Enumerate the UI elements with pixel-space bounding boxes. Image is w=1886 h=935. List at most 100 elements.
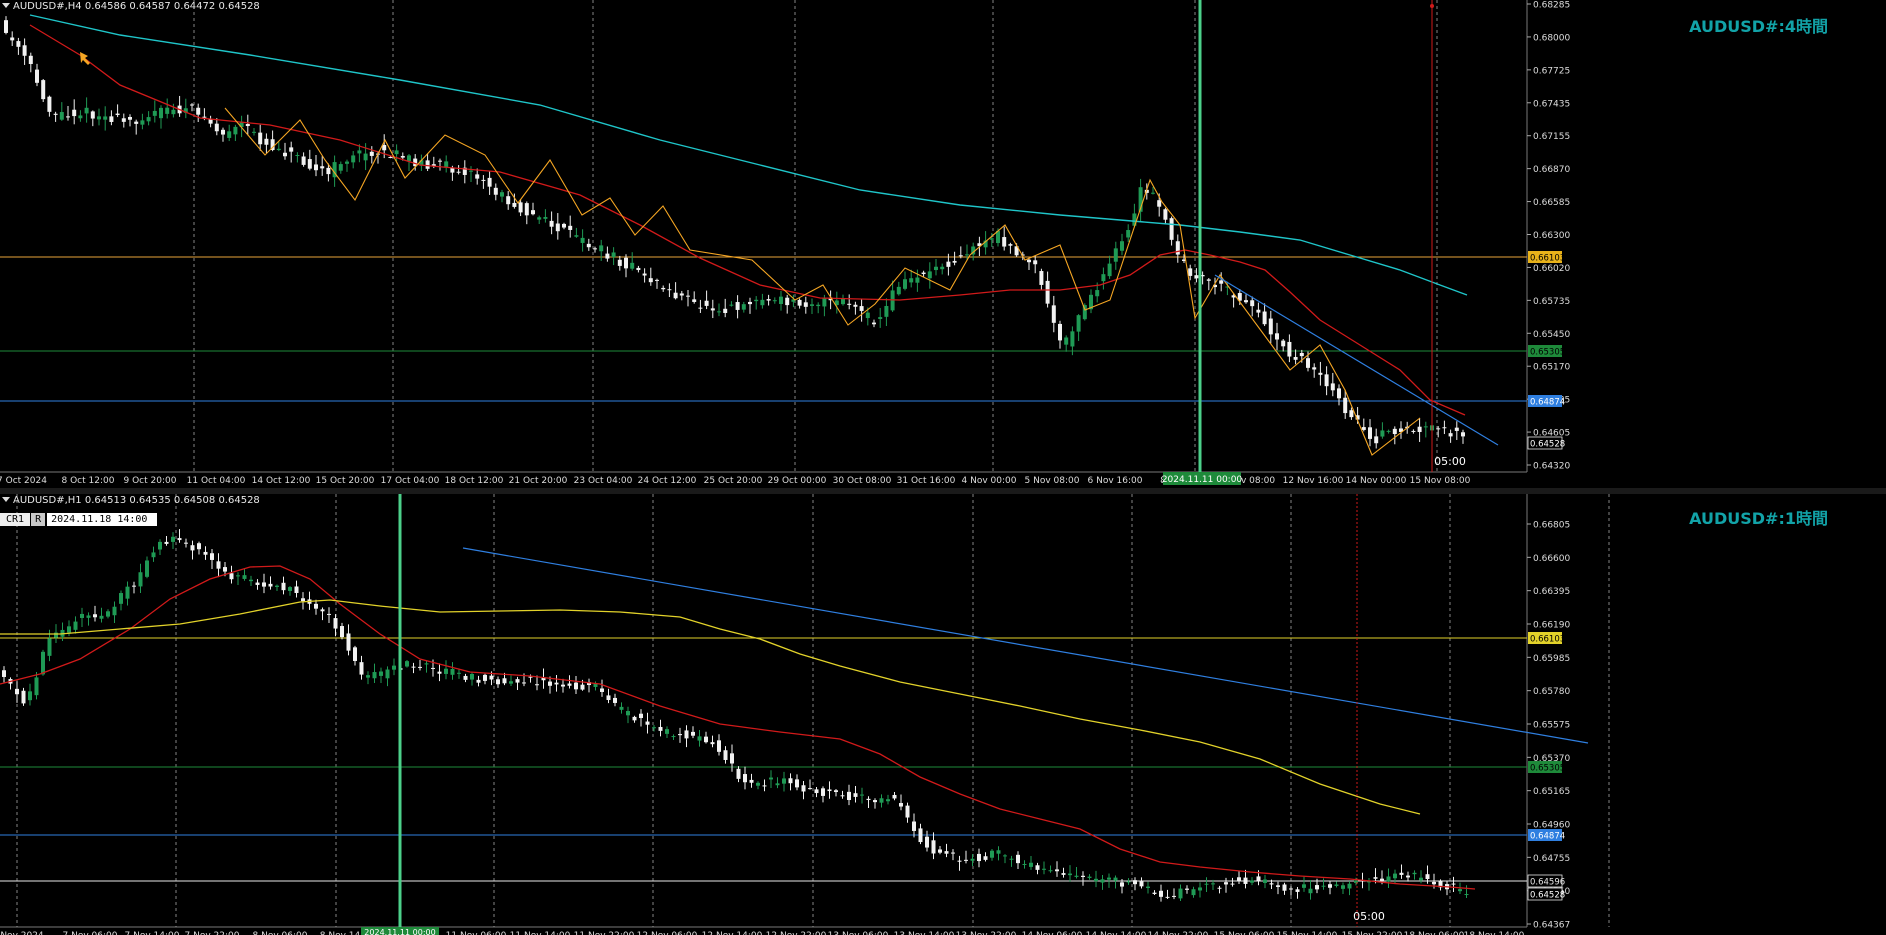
- price-tick-label: 0.66870: [1533, 165, 1570, 175]
- candle-body: [249, 579, 253, 582]
- candle-body: [177, 538, 182, 541]
- candle-body: [886, 799, 890, 802]
- time-axis-label: 9 Oct 20:00: [124, 476, 177, 486]
- candle-body: [346, 633, 351, 651]
- candle-body: [338, 164, 343, 171]
- collapse-triangle-icon[interactable]: [2, 497, 10, 502]
- candle-body: [353, 647, 357, 662]
- candle-body: [372, 672, 377, 679]
- candle-body: [639, 713, 643, 719]
- candle-body: [392, 665, 396, 670]
- candle-body: [574, 682, 578, 690]
- candle-body: [1281, 340, 1286, 347]
- candle-body: [1230, 883, 1235, 885]
- candle-body: [128, 116, 132, 120]
- chart-canvas-h4[interactable]: 0.68285 0.68000 0.67725 0.67435 0.67155 0.668…: [0, 0, 1886, 488]
- price-tick-label: 0.64367: [1533, 921, 1570, 931]
- candle-body: [636, 267, 641, 271]
- candle-body: [1224, 882, 1228, 885]
- candle-body: [72, 109, 77, 117]
- candle-body: [67, 626, 71, 633]
- candle-body: [1058, 323, 1062, 341]
- candle-body: [873, 800, 877, 803]
- price-tick-label: 0.66805: [1533, 521, 1570, 531]
- candle-body: [1299, 352, 1304, 357]
- crosshair-ruler[interactable]: CR1 R 2024.11.18 14:00: [0, 513, 158, 526]
- time-axis-label: Nov 2024: [0, 931, 44, 935]
- candle-body: [314, 603, 318, 609]
- candle-body: [795, 779, 799, 788]
- candle-body: [159, 107, 163, 119]
- candle-body: [522, 682, 526, 684]
- candle-body: [1002, 237, 1007, 247]
- candle-body: [1263, 879, 1267, 883]
- candle-body: [202, 116, 207, 118]
- time-axis-label: 7 Nov 14:00: [125, 931, 180, 935]
- candle-body: [865, 312, 870, 319]
- candle-body: [1159, 890, 1163, 897]
- price-tick-label: 0.66020: [1533, 264, 1570, 274]
- candle-body: [1464, 894, 1469, 896]
- candle-body: [531, 210, 535, 215]
- candle-body: [686, 295, 690, 297]
- candle-body: [958, 255, 963, 257]
- r-badge[interactable]: R: [31, 513, 46, 526]
- candle-body: [1022, 863, 1027, 865]
- candle-body: [1374, 436, 1379, 444]
- candle-body: [957, 860, 962, 862]
- collapse-triangle-icon[interactable]: [2, 3, 10, 8]
- candle-body: [506, 196, 511, 205]
- time-axis-label: 13 Nov 14:00: [894, 931, 955, 935]
- candle-body: [109, 116, 114, 122]
- candle-body: [554, 682, 559, 685]
- candle-body: [1287, 341, 1292, 357]
- time-axis-label: 12 Nov 06:00: [637, 931, 698, 935]
- candle-body: [613, 697, 617, 703]
- candle-body: [1392, 428, 1397, 435]
- candle-body: [47, 638, 52, 656]
- candle-body: [535, 684, 539, 686]
- candle-body: [425, 160, 430, 169]
- candle-body: [216, 561, 221, 569]
- candle-body: [730, 753, 734, 764]
- cr1-badge[interactable]: CR1: [0, 513, 31, 526]
- candle-body: [470, 673, 474, 680]
- price-tick-label: 0.66190: [1533, 621, 1570, 631]
- candle-body: [125, 586, 130, 599]
- candle-body: [1361, 427, 1366, 430]
- candle-body: [103, 116, 108, 120]
- candle-body: [766, 299, 771, 301]
- price-tick-label: 0.66395: [1533, 587, 1570, 597]
- candle-body: [1076, 315, 1081, 332]
- candle-body: [749, 779, 754, 783]
- candle-body: [86, 615, 91, 618]
- symbol-header-h1[interactable]: AUDUSD#,H1 0.64513 0.64535 0.64508 0.645…: [2, 495, 260, 506]
- candle-body: [944, 851, 949, 854]
- candle-body: [1393, 873, 1397, 879]
- price-tick-label: 0.64755: [1533, 854, 1570, 864]
- candle-body: [1268, 318, 1273, 335]
- candle-body: [4, 20, 8, 33]
- current-price-label: 0.64528: [1530, 891, 1565, 901]
- chart-pane-h4[interactable]: 0.68285 0.68000 0.67725 0.67435 0.67155 0.668…: [0, 0, 1886, 488]
- candle-body: [710, 308, 715, 311]
- price-tick-label: 0.66585: [1533, 198, 1570, 208]
- candle-body: [1055, 869, 1059, 872]
- candle-body: [84, 107, 89, 114]
- symbol-header-h4[interactable]: AUDUSD#,H4 0.64586 0.64587 0.64472 0.645…: [2, 1, 260, 12]
- candle-body: [327, 613, 331, 615]
- time-axis-label: 18 Nov 14:00: [1464, 931, 1525, 935]
- candle-body: [626, 711, 630, 716]
- candle-body: [892, 794, 897, 799]
- candle-body: [1315, 885, 1319, 890]
- candle-body: [1412, 872, 1417, 875]
- candle-body: [151, 552, 156, 558]
- candle-body: [132, 585, 136, 587]
- candle-body: [1152, 892, 1157, 894]
- candle-body: [951, 852, 955, 854]
- candle-body: [925, 836, 929, 848]
- chart-canvas-h1[interactable]: 0.66805 0.66600 0.66395 0.66190 0.65985 0.657…: [0, 494, 1886, 935]
- price-tick-label: 0.65165: [1533, 787, 1570, 797]
- time-axis-label: 4 Nov 00:00: [962, 476, 1017, 486]
- chart-pane-h1[interactable]: 0.66805 0.66600 0.66395 0.66190 0.65985 0.657…: [0, 494, 1886, 935]
